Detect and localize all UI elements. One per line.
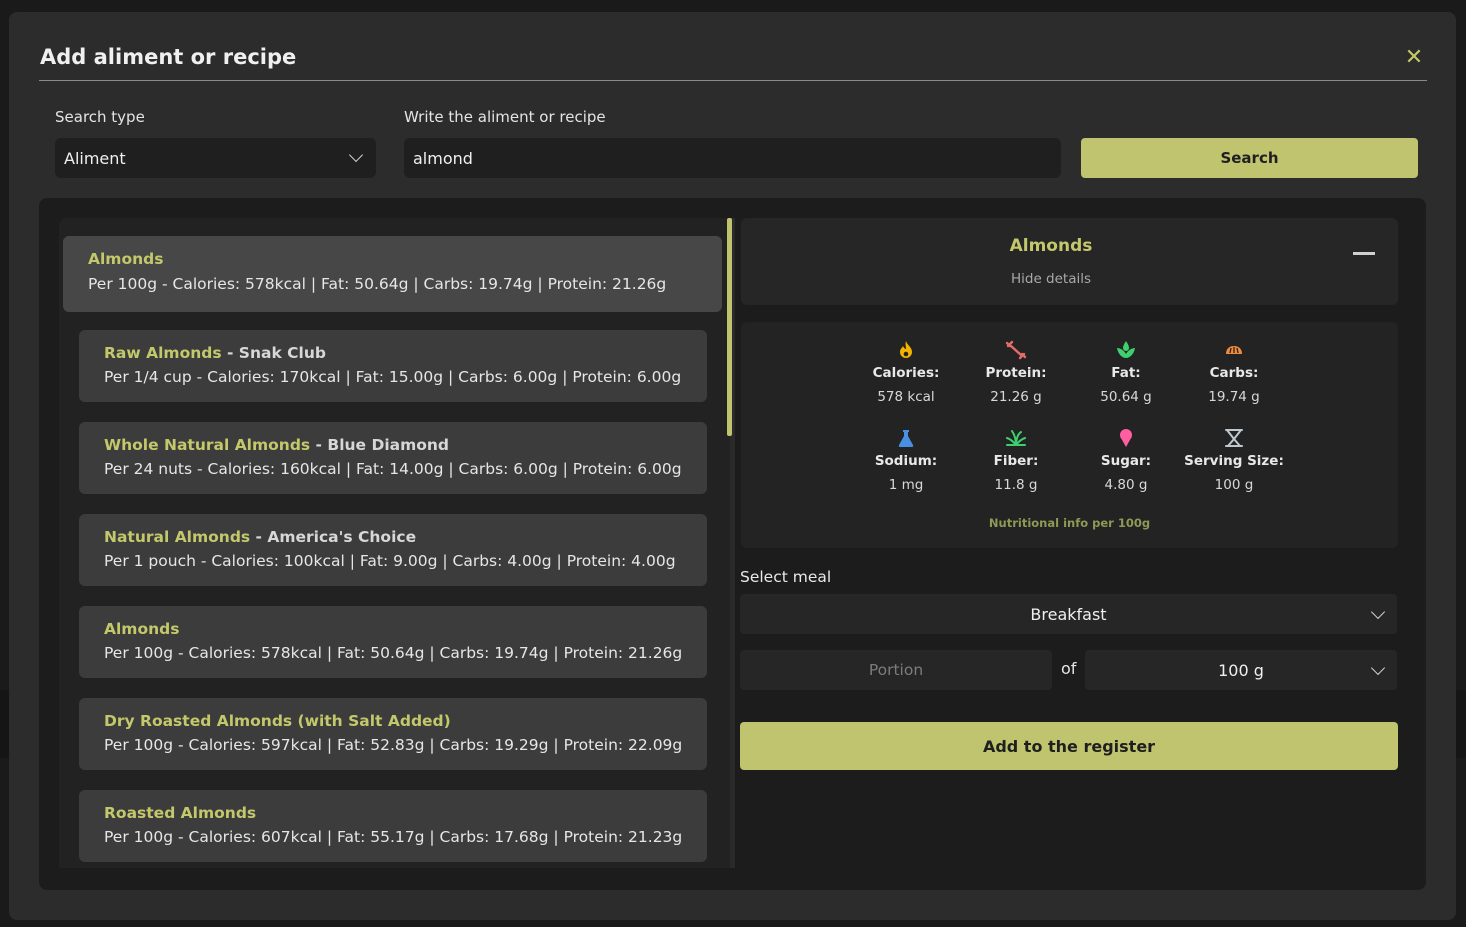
result-card[interactable]: Almonds Per 100g - Calories: 578kcal | F…: [79, 606, 707, 678]
bread-icon: [1179, 339, 1289, 361]
nutrient-label: Sugar:: [1100, 453, 1152, 469]
select-meal-label: Select meal: [740, 568, 832, 586]
detail-title: Almonds: [1009, 236, 1093, 256]
nutrient-sodium: Sodium: 1 mg: [851, 427, 961, 493]
nutrient-label: Calories:: [872, 365, 940, 381]
result-card[interactable]: Roasted Almonds Per 100g - Calories: 607…: [79, 790, 707, 862]
result-name: Raw Almonds - Snak Club: [104, 344, 326, 362]
collapse-icon[interactable]: [1353, 252, 1375, 255]
title-divider: [39, 80, 1427, 81]
portion-input[interactable]: Portion: [740, 650, 1052, 690]
detail-header: Almonds Hide details: [741, 218, 1398, 305]
plant-icon: [961, 427, 1071, 449]
nutrient-label: Sodium:: [874, 453, 938, 469]
result-name: Roasted Almonds: [104, 804, 257, 822]
results-scrollbar-thumb[interactable]: [727, 218, 732, 436]
of-label: of: [1061, 659, 1077, 678]
result-name: Almonds: [88, 250, 164, 268]
add-to-register-button[interactable]: Add to the register: [740, 722, 1398, 770]
result-info: Per 100g - Calories: 578kcal | Fat: 50.6…: [88, 275, 667, 293]
nutrient-label: Carbs:: [1209, 365, 1259, 381]
meal-select-value: Breakfast: [1030, 604, 1107, 624]
chevron-down-icon: [1370, 660, 1386, 676]
result-card[interactable]: Natural Almonds - America's Choice Per 1…: [79, 514, 707, 586]
result-name: Dry Roasted Almonds (with Salt Added): [104, 712, 451, 730]
nutrient-label: Fiber:: [993, 453, 1039, 469]
nutrient-value: 19.74 g: [1208, 389, 1260, 405]
result-card[interactable]: Almonds Per 100g - Calories: 578kcal | F…: [63, 236, 722, 312]
results-list[interactable]: Almonds Per 100g - Calories: 578kcal | F…: [59, 218, 731, 868]
portion-unit-value: 100 g: [1218, 660, 1264, 680]
chevron-down-icon: [348, 147, 364, 163]
result-info: Per 24 nuts - Calories: 160kcal | Fat: 1…: [104, 460, 682, 478]
nutrient-value: 1 mg: [888, 477, 924, 493]
nutrient-value: 4.80 g: [1104, 477, 1148, 493]
query-label: Write the aliment or recipe: [404, 108, 606, 126]
nutrient-serving-size: Serving Size: 100 g: [1179, 427, 1289, 493]
nutrient-value: 50.64 g: [1100, 389, 1152, 405]
result-info: Per 100g - Calories: 597kcal | Fat: 52.8…: [104, 736, 683, 754]
result-card[interactable]: Dry Roasted Almonds (with Salt Added) Pe…: [79, 698, 707, 770]
portion-unit-select[interactable]: 100 g: [1085, 650, 1397, 690]
nutrient-value: 11.8 g: [994, 477, 1038, 493]
add-aliment-modal: Add aliment or recipe ✕ Search type Alim…: [9, 12, 1456, 920]
nutrient-value: 21.26 g: [990, 389, 1042, 405]
result-name: Whole Natural Almonds - Blue Diamond: [104, 436, 450, 454]
scale-icon: [1179, 427, 1289, 449]
ice-cream-icon: [1071, 427, 1181, 449]
nutrition-note: Nutritional info per 100g: [988, 516, 1151, 530]
nutrient-protein: Protein: 21.26 g: [961, 339, 1071, 405]
flame-icon: [851, 339, 961, 361]
nutrient-value: 578 kcal: [877, 389, 935, 405]
search-type-label: Search type: [55, 108, 145, 126]
dumbbell-icon: [961, 339, 1071, 361]
search-input-value: almond: [413, 148, 473, 168]
nutrient-fat: Fat: 50.64 g: [1071, 339, 1181, 405]
nutrient-label: Fat:: [1111, 365, 1141, 381]
meal-select[interactable]: Breakfast: [740, 594, 1397, 634]
search-button[interactable]: Search: [1081, 138, 1418, 178]
result-card[interactable]: Whole Natural Almonds - Blue Diamond Per…: [79, 422, 707, 494]
result-name: Natural Almonds - America's Choice: [104, 528, 417, 546]
result-info: Per 1 pouch - Calories: 100kcal | Fat: 9…: [104, 552, 676, 570]
result-card[interactable]: Raw Almonds - Snak Club Per 1/4 cup - Ca…: [79, 330, 707, 402]
nutrient-label: Protein:: [985, 365, 1047, 381]
chevron-down-icon: [1370, 604, 1386, 620]
nutrient-fiber: Fiber: 11.8 g: [961, 427, 1071, 493]
nutrient-calories: Calories: 578 kcal: [851, 339, 961, 405]
result-name: Almonds: [104, 620, 180, 638]
nutrient-value: 100 g: [1214, 477, 1254, 493]
content-panel: Almonds Per 100g - Calories: 578kcal | F…: [39, 198, 1426, 890]
portion-placeholder: Portion: [868, 661, 924, 679]
nutrient-sugar: Sugar: 4.80 g: [1071, 427, 1181, 493]
result-info: Per 1/4 cup - Calories: 170kcal | Fat: 1…: [104, 368, 682, 386]
hide-details-link[interactable]: Hide details: [741, 271, 1361, 287]
nutrition-panel: Calories: 578 kcal Protein: 21.26 g Fat:…: [741, 322, 1398, 548]
leaf-drop-icon: [1071, 339, 1181, 361]
nutrient-carbs: Carbs: 19.74 g: [1179, 339, 1289, 405]
result-info: Per 100g - Calories: 578kcal | Fat: 50.6…: [104, 644, 683, 662]
flask-icon: [851, 427, 961, 449]
modal-title: Add aliment or recipe: [40, 45, 297, 69]
search-input[interactable]: almond: [404, 138, 1061, 178]
result-info: Per 100g - Calories: 607kcal | Fat: 55.1…: [104, 828, 683, 846]
search-type-value: Aliment: [64, 148, 126, 168]
close-icon[interactable]: ✕: [1402, 46, 1426, 70]
search-type-select[interactable]: Aliment: [55, 138, 376, 178]
nutrient-label: Serving Size:: [1184, 453, 1284, 469]
